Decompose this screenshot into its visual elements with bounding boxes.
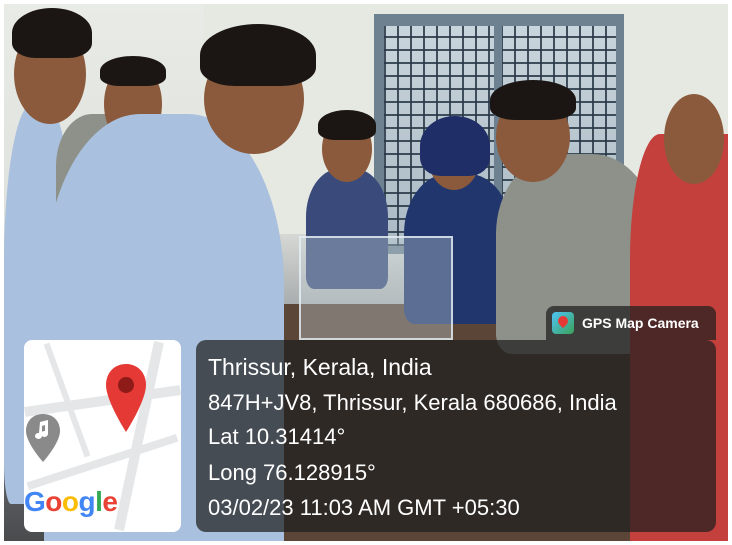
gps-map-camera-icon	[552, 312, 574, 334]
student-right-grey-hair	[490, 80, 576, 120]
student-front-hair	[200, 24, 316, 86]
map-pin-icon	[106, 364, 146, 432]
music-note-pin-icon	[26, 414, 60, 462]
student-back-hair	[100, 56, 166, 86]
location-longitude: Long 76.128915°	[208, 460, 376, 485]
map-thumbnail: Google	[24, 340, 181, 532]
student-girl-2-hair	[420, 116, 490, 176]
gps-map-camera-badge: GPS Map Camera	[546, 306, 716, 340]
location-latitude: Lat 10.31414°	[208, 424, 346, 449]
geotagged-photo: Google GPS Map Camera Thrissur, Kerala, …	[0, 0, 732, 545]
glass-tank	[299, 236, 453, 340]
location-info-panel: Thrissur, Kerala, India 847H+JV8, Thriss…	[196, 340, 716, 532]
location-datetime: 03/02/23 11:03 AM GMT +05:30	[208, 495, 520, 520]
student-far-right-head	[664, 94, 724, 184]
student-girl-1-hair	[318, 110, 376, 140]
location-address: 847H+JV8, Thrissur, Kerala 680686, India	[208, 390, 617, 415]
badge-app-name: GPS Map Camera	[582, 315, 699, 331]
student-left-hair	[12, 8, 92, 58]
google-logo: Google	[24, 486, 118, 517]
location-title: Thrissur, Kerala, India	[208, 354, 432, 380]
